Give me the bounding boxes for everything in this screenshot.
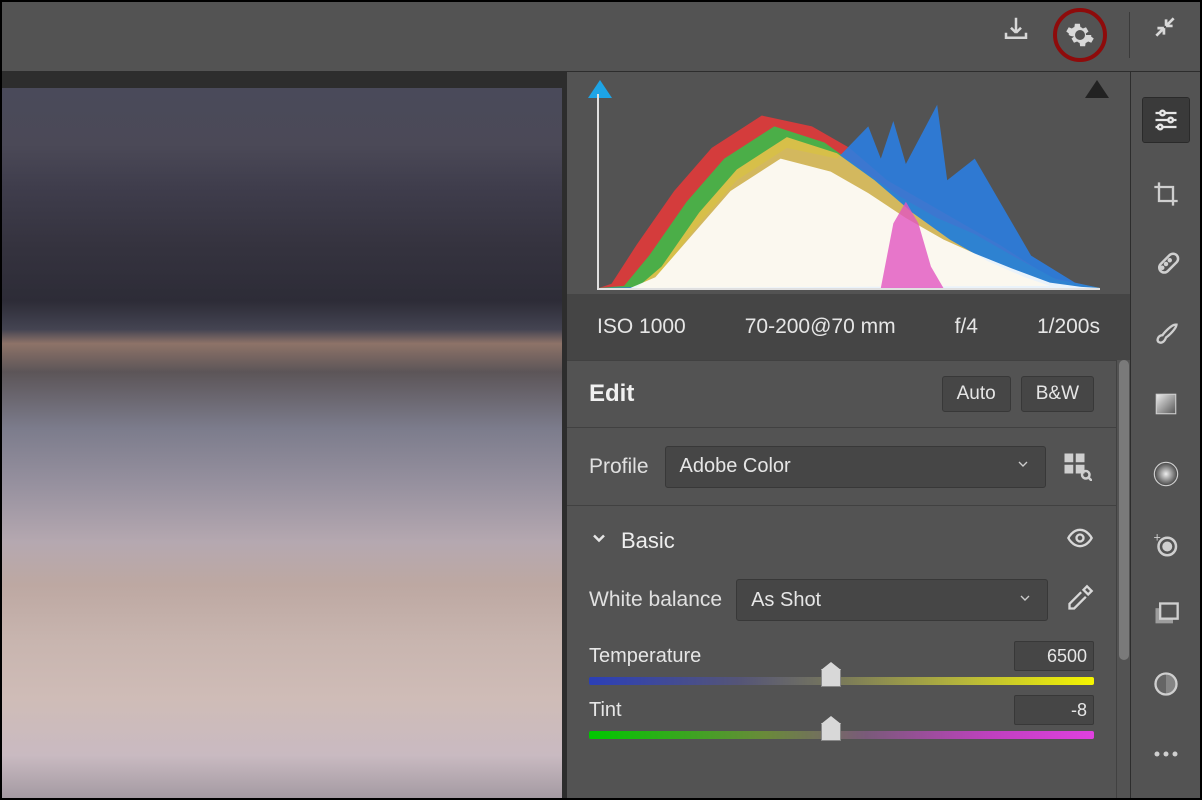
- eyedropper-icon[interactable]: [1066, 584, 1094, 617]
- top-toolbar: [2, 2, 1200, 72]
- chevron-down-icon: [1015, 455, 1031, 478]
- redeye-icon[interactable]: +: [1148, 526, 1184, 562]
- edit-header: Edit Auto B&W: [567, 360, 1116, 428]
- edit-sliders-icon[interactable]: [1143, 98, 1189, 142]
- download-icon[interactable]: [1001, 14, 1031, 44]
- brush-icon[interactable]: [1148, 316, 1184, 352]
- more-icon[interactable]: [1148, 736, 1184, 772]
- temperature-label: Temperature: [589, 645, 701, 668]
- profile-label: Profile: [589, 455, 649, 479]
- basic-panel: Basic White balance As Shot: [567, 506, 1116, 749]
- gear-icon[interactable]: [1065, 20, 1095, 50]
- exif-shutter: 1/200s: [1037, 315, 1100, 339]
- tint-thumb[interactable]: [821, 723, 841, 741]
- settings-highlight: [1053, 8, 1107, 62]
- histogram-panel: [567, 72, 1130, 294]
- tint-track[interactable]: [589, 731, 1094, 739]
- panel-scrollbar[interactable]: [1116, 360, 1130, 798]
- exif-lens: 70-200@70 mm: [745, 315, 896, 339]
- basic-header[interactable]: Basic: [589, 524, 1094, 557]
- temperature-track[interactable]: [589, 677, 1094, 685]
- profile-value: Adobe Color: [680, 455, 791, 478]
- chevron-down-icon: [1017, 589, 1033, 612]
- histogram[interactable]: [597, 94, 1100, 290]
- linear-gradient-icon[interactable]: [1148, 386, 1184, 422]
- healing-icon[interactable]: [1148, 246, 1184, 282]
- profile-select[interactable]: Adobe Color: [665, 446, 1046, 488]
- bw-button[interactable]: B&W: [1021, 376, 1094, 412]
- scrollbar-thumb[interactable]: [1119, 360, 1129, 660]
- tint-value[interactable]: -8: [1014, 695, 1094, 725]
- profile-row: Profile Adobe Color: [567, 428, 1116, 506]
- temperature-slider: Temperature 6500: [589, 641, 1094, 685]
- white-balance-value: As Shot: [751, 589, 821, 612]
- snapshots-icon[interactable]: [1148, 596, 1184, 632]
- profile-browser-icon[interactable]: [1062, 451, 1094, 483]
- exif-aperture: f/4: [955, 315, 978, 339]
- exif-iso: ISO 1000: [597, 315, 686, 339]
- tint-label: Tint: [589, 699, 622, 722]
- edit-title: Edit: [589, 380, 932, 408]
- photo-preview: [2, 88, 562, 798]
- radial-gradient-icon[interactable]: [1148, 456, 1184, 492]
- collapse-icon[interactable]: [1152, 14, 1178, 40]
- basic-label: Basic: [621, 528, 675, 554]
- tint-slider: Tint -8: [589, 695, 1094, 739]
- visibility-icon[interactable]: [1066, 524, 1094, 557]
- presets-icon[interactable]: [1148, 666, 1184, 702]
- toolbar-separator: [1129, 12, 1130, 58]
- image-canvas[interactable]: [2, 72, 567, 798]
- white-balance-select[interactable]: As Shot: [736, 579, 1048, 621]
- exif-bar: ISO 1000 70-200@70 mm f/4 1/200s: [567, 294, 1130, 360]
- white-balance-row: White balance As Shot: [589, 579, 1094, 621]
- tool-rail: +: [1130, 72, 1200, 798]
- white-balance-label: White balance: [589, 588, 722, 612]
- temperature-value[interactable]: 6500: [1014, 641, 1094, 671]
- temperature-thumb[interactable]: [821, 669, 841, 687]
- chevron-down-icon: [589, 528, 609, 553]
- auto-button[interactable]: Auto: [942, 376, 1011, 412]
- crop-icon[interactable]: [1148, 176, 1184, 212]
